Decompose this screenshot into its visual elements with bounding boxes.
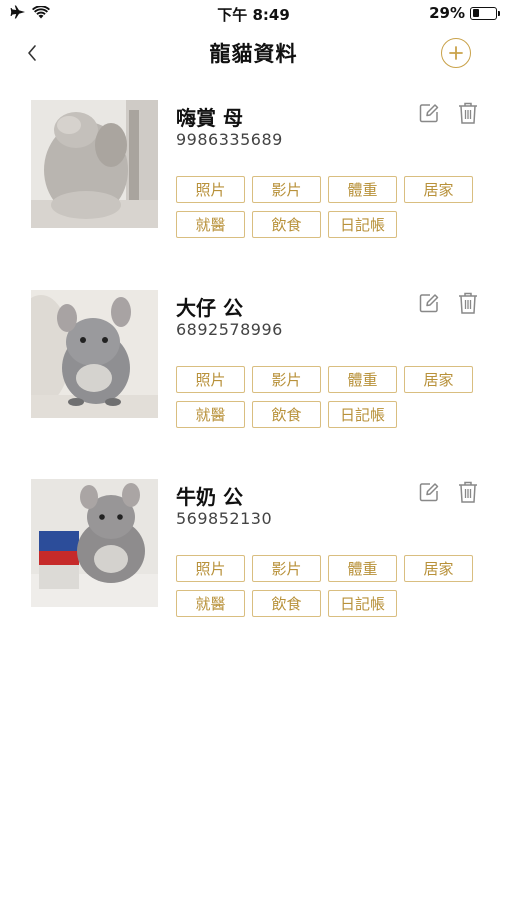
tag-photos[interactable]: 照片 xyxy=(176,555,245,582)
trash-icon xyxy=(459,292,477,314)
tag-diary[interactable]: 日記帳 xyxy=(328,211,397,238)
pet-actions: 照片 影片 體重 居家 就醫 飲食 日記帳 xyxy=(176,366,476,428)
tag-weight[interactable]: 體重 xyxy=(328,176,397,203)
delete-button[interactable] xyxy=(457,480,479,504)
chinchilla-photo-1 xyxy=(31,100,158,228)
chinchilla-photo-3 xyxy=(31,479,158,607)
tag-home[interactable]: 居家 xyxy=(404,176,473,203)
battery-percent: 29% xyxy=(429,4,465,22)
edit-button[interactable] xyxy=(418,481,440,503)
pet-name: 嗨賞 母 xyxy=(176,106,243,130)
battery-level xyxy=(472,9,479,17)
tag-photos[interactable]: 照片 xyxy=(176,176,245,203)
trash-icon xyxy=(459,102,477,124)
tag-photos[interactable]: 照片 xyxy=(176,366,245,393)
edit-button[interactable] xyxy=(418,102,440,124)
pet-photo[interactable] xyxy=(31,479,158,607)
tag-weight[interactable]: 體重 xyxy=(328,555,397,582)
pet-card[interactable]: 牛奶 公 569852130 照片 影片 體重 居家 就醫 飲食 日記帳 xyxy=(0,479,507,629)
tag-weight[interactable]: 體重 xyxy=(328,366,397,393)
pet-actions: 照片 影片 體重 居家 就醫 飲食 日記帳 xyxy=(176,176,476,238)
tag-diet[interactable]: 飲食 xyxy=(252,211,321,238)
tag-diet[interactable]: 飲食 xyxy=(252,590,321,617)
pet-name: 大仔 公 xyxy=(176,296,243,320)
tag-medical[interactable]: 就醫 xyxy=(176,401,245,428)
status-bar: 下午 8:49 29% xyxy=(0,0,507,28)
pet-card[interactable]: 嗨賞 母 9986335689 照片 影片 體重 居家 就醫 飲食 日記帳 xyxy=(0,100,507,250)
tag-videos[interactable]: 影片 xyxy=(252,555,321,582)
tag-home[interactable]: 居家 xyxy=(404,555,473,582)
tag-diary[interactable]: 日記帳 xyxy=(328,401,397,428)
add-pet-button[interactable] xyxy=(441,38,471,68)
delete-button[interactable] xyxy=(457,291,479,315)
pet-photo[interactable] xyxy=(31,100,158,228)
tag-medical[interactable]: 就醫 xyxy=(176,211,245,238)
plus-icon xyxy=(449,46,463,60)
tag-medical[interactable]: 就醫 xyxy=(176,590,245,617)
nav-bar: 龍貓資料 xyxy=(0,28,507,78)
tag-diary[interactable]: 日記帳 xyxy=(328,590,397,617)
pet-id: 6892578996 xyxy=(176,320,283,339)
edit-icon xyxy=(419,294,439,313)
edit-button[interactable] xyxy=(418,292,440,314)
edit-icon xyxy=(419,104,439,123)
status-right: 29% xyxy=(429,4,500,22)
edit-icon xyxy=(419,483,439,502)
tag-diet[interactable]: 飲食 xyxy=(252,401,321,428)
tag-home[interactable]: 居家 xyxy=(404,366,473,393)
chinchilla-photo-2 xyxy=(31,290,158,418)
pet-card[interactable]: 大仔 公 6892578996 照片 影片 體重 居家 就醫 飲食 日記帳 xyxy=(0,290,507,440)
pet-id: 569852130 xyxy=(176,509,273,528)
tag-videos[interactable]: 影片 xyxy=(252,176,321,203)
pet-actions: 照片 影片 體重 居家 就醫 飲食 日記帳 xyxy=(176,555,476,617)
trash-icon xyxy=(459,481,477,503)
pet-name: 牛奶 公 xyxy=(176,485,243,509)
delete-button[interactable] xyxy=(457,101,479,125)
pet-photo[interactable] xyxy=(31,290,158,418)
page-title: 龍貓資料 xyxy=(209,42,298,66)
tag-videos[interactable]: 影片 xyxy=(252,366,321,393)
battery-icon xyxy=(470,6,500,20)
pet-id: 9986335689 xyxy=(176,130,283,149)
